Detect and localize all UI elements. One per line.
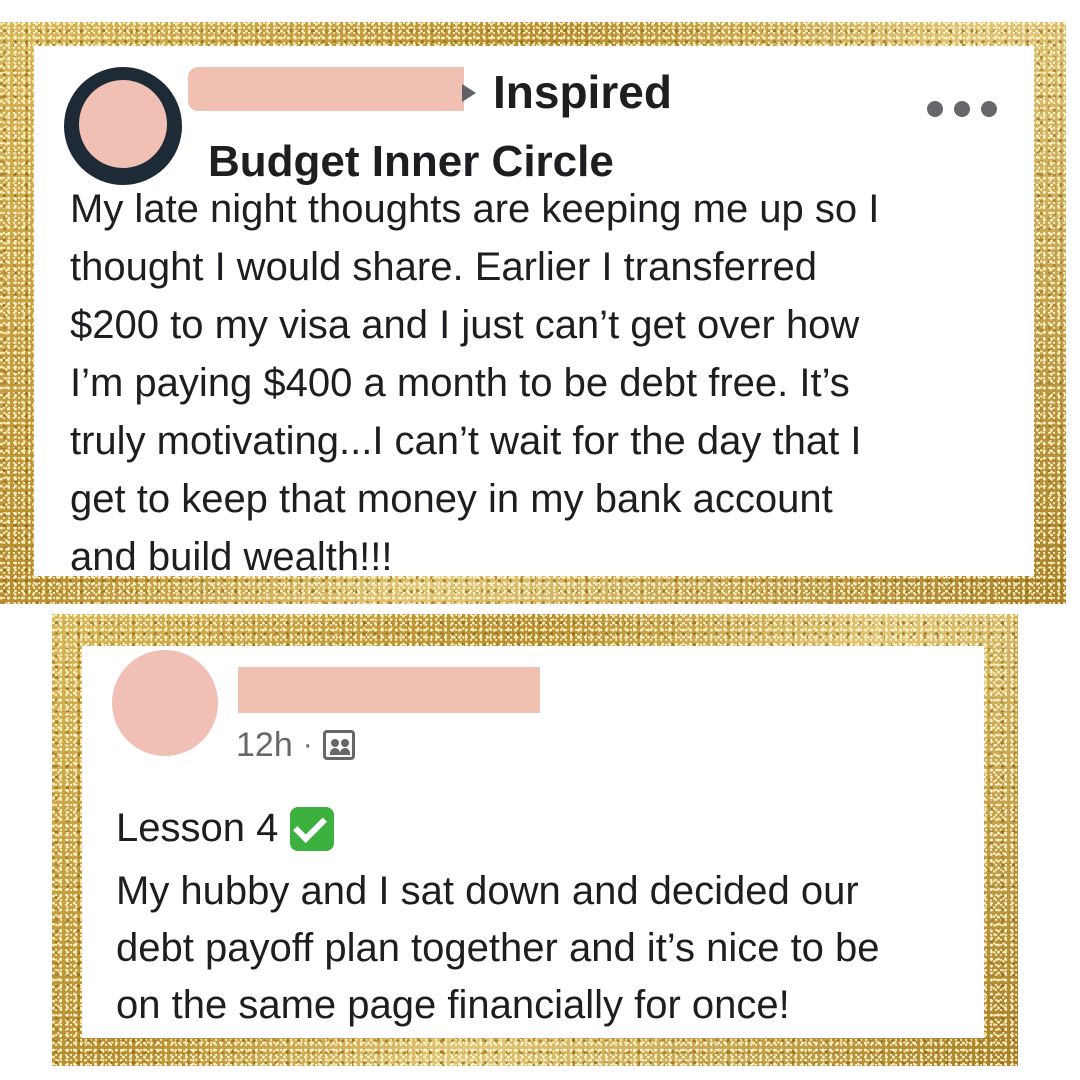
lesson-label: Lesson 4 bbox=[116, 806, 279, 850]
comment-body-text: My hubby and I sat down and decided our … bbox=[116, 869, 880, 1027]
meta-separator: · bbox=[302, 728, 313, 761]
check-mark-icon bbox=[290, 806, 335, 851]
arrow-right-icon bbox=[462, 84, 476, 102]
comment-lesson-line: Lesson 4 bbox=[116, 806, 335, 851]
post-mood: Inspired bbox=[493, 66, 672, 118]
comment-avatar[interactable] bbox=[112, 650, 218, 756]
post-body-text: My late night thoughts are keeping me up… bbox=[70, 187, 880, 579]
post-avatar[interactable] bbox=[79, 80, 167, 168]
post-author-redacted[interactable] bbox=[188, 67, 464, 111]
comment-timestamp[interactable]: 12h bbox=[236, 728, 293, 762]
group-audience-icon bbox=[322, 730, 355, 760]
more-options-icon[interactable] bbox=[927, 100, 997, 118]
comment-author-redacted[interactable] bbox=[238, 667, 540, 713]
comment-meta: 12h · bbox=[236, 728, 355, 762]
